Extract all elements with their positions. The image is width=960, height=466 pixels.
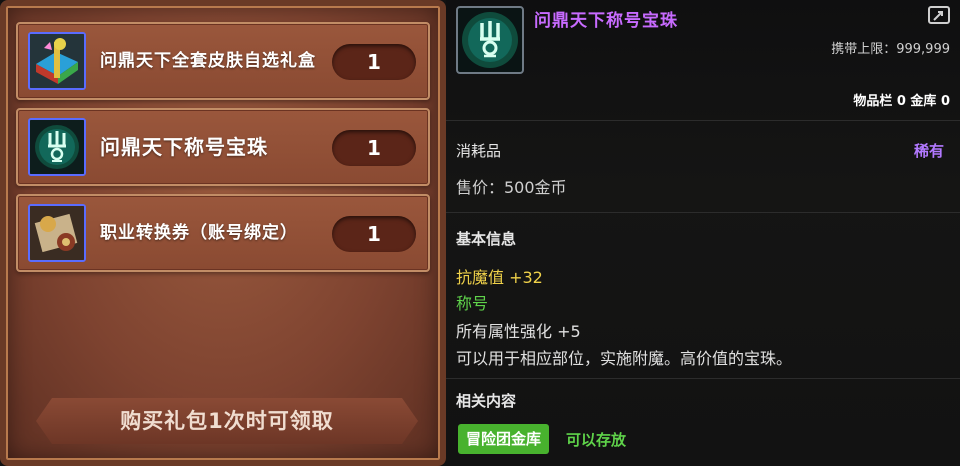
divider (446, 378, 960, 379)
carry-limit-value: 999,999 (896, 42, 950, 57)
reward-quantity: 1 (332, 216, 416, 252)
reward-row-skin-box[interactable]: 问鼎天下全套皮肤自选礼盒 1 (16, 22, 430, 100)
gift-package-panel: 问鼎天下全套皮肤自选礼盒 1 问鼎天下称号宝珠 1 职业转换券（账号绑定） 1 … (0, 0, 446, 466)
rarity-badge: 稀有 (913, 142, 944, 160)
reward-row-class-change-ticket[interactable]: 职业转换券（账号绑定） 1 (16, 194, 430, 272)
claim-condition-button[interactable]: 购买礼包1次时可领取 (36, 398, 418, 444)
carry-limit-label: 携带上限： (831, 42, 897, 57)
divider (446, 212, 960, 213)
storage-count: 物品栏 0 金库 0 (853, 94, 950, 109)
reward-item-name: 问鼎天下称号宝珠 (100, 135, 268, 159)
title-tag: 称号 (456, 294, 489, 313)
all-stats-bonus: 所有属性强化 +5 (456, 322, 581, 341)
reward-quantity: 1 (332, 130, 416, 166)
reward-item-name: 问鼎天下全套皮肤自选礼盒 (100, 51, 316, 71)
adventure-vault-button[interactable]: 冒险团金库 (458, 424, 550, 454)
title-orb-icon[interactable] (28, 118, 86, 176)
reward-item-name: 职业转换券（账号绑定） (100, 223, 298, 243)
item-description: 可以用于相应部位，实施附魔。高价值的宝珠。 (456, 349, 793, 368)
divider (446, 120, 960, 121)
item-title: 问鼎天下称号宝珠 (534, 11, 678, 31)
item-category: 消耗品 (456, 142, 502, 160)
reward-list: 问鼎天下全套皮肤自选礼盒 1 问鼎天下称号宝珠 1 职业转换券（账号绑定） 1 (16, 22, 430, 280)
reward-row-title-orb[interactable]: 问鼎天下称号宝珠 1 (16, 108, 430, 186)
storable-note: 可以存放 (566, 431, 627, 449)
item-price: 售价：500金币 (456, 178, 567, 197)
title-orb-icon (456, 6, 524, 74)
class-change-ticket-icon[interactable] (28, 204, 86, 262)
carry-limit: 携带上限：999,999 (831, 38, 950, 57)
magic-resist-stat: 抗魔值 +32 (456, 268, 543, 287)
reward-quantity: 1 (332, 44, 416, 80)
related-content-header: 相关内容 (456, 392, 517, 410)
item-tooltip: 问鼎天下称号宝珠 携带上限：999,999 物品栏 0 金库 0 消耗品 稀有 … (446, 0, 960, 466)
skin-gift-box-icon[interactable] (28, 32, 86, 90)
share-link-icon[interactable] (928, 6, 950, 24)
basic-info-header: 基本信息 (456, 230, 517, 248)
